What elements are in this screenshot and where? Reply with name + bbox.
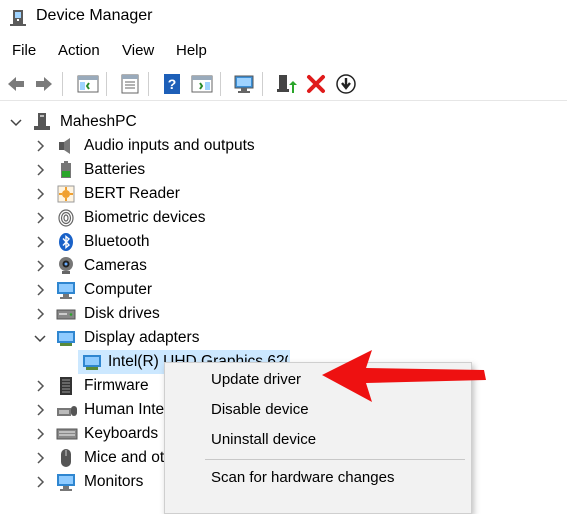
monitor-icon	[56, 472, 76, 492]
tree-category-audio[interactable]: Audio inputs and outputs	[0, 134, 567, 158]
category-label: Batteries	[84, 161, 146, 178]
toolbar-separator	[262, 72, 263, 96]
show-hide-console-tree-icon[interactable]	[76, 72, 100, 96]
chevron-right-icon[interactable]	[32, 378, 48, 394]
help-icon[interactable]: ?	[160, 72, 184, 96]
toolbar-separator	[106, 72, 107, 96]
context-uninstall-device[interactable]: Uninstall device	[211, 431, 316, 448]
category-label: Mice and ot	[84, 449, 165, 466]
category-label: Display adapters	[84, 329, 200, 346]
chevron-down-icon[interactable]	[32, 330, 48, 346]
chevron-right-icon[interactable]	[32, 426, 48, 442]
menu-help[interactable]: Help	[176, 42, 207, 59]
speaker-icon	[56, 136, 76, 156]
action-pane-icon[interactable]	[190, 72, 214, 96]
menu-bar: File Action View Help	[0, 40, 567, 64]
category-label: Computer	[84, 281, 153, 298]
title-bar: Device Manager	[0, 0, 567, 36]
context-disable-device[interactable]: Disable device	[211, 401, 309, 418]
device-manager-icon	[8, 8, 28, 33]
forward-arrow-icon[interactable]	[32, 72, 56, 96]
category-label: Human Inte	[84, 401, 165, 418]
camera-icon	[56, 256, 76, 276]
tree-category-display-adapters[interactable]: Display adapters	[0, 326, 567, 350]
chevron-right-icon[interactable]	[32, 402, 48, 418]
uninstall-x-icon[interactable]	[304, 72, 328, 96]
category-label: Cameras	[84, 257, 147, 274]
chevron-right-icon[interactable]	[32, 162, 48, 178]
category-label: Audio inputs and outputs	[84, 137, 255, 154]
context-separator	[205, 459, 465, 460]
firmware-icon	[56, 376, 76, 396]
battery-icon	[56, 160, 76, 180]
context-menu: Update driver Disable device Uninstall d…	[164, 362, 472, 514]
menu-file[interactable]: File	[12, 42, 36, 59]
chevron-right-icon[interactable]	[32, 138, 48, 154]
category-label: BERT Reader	[84, 185, 180, 202]
toolbar-separator	[148, 72, 149, 96]
tree-root[interactable]: MaheshPC	[0, 110, 567, 134]
chevron-right-icon[interactable]	[32, 450, 48, 466]
chevron-right-icon[interactable]	[32, 282, 48, 298]
fingerprint-icon	[56, 208, 76, 228]
keyboard-icon	[56, 424, 78, 444]
svg-text:?: ?	[168, 76, 177, 92]
tree-category-biometric[interactable]: Biometric devices	[0, 206, 567, 230]
chevron-down-icon[interactable]	[8, 114, 24, 130]
chevron-right-icon[interactable]	[32, 474, 48, 490]
toolbar-separator	[62, 72, 63, 96]
display-adapter-icon	[56, 328, 76, 348]
menu-action[interactable]: Action	[58, 42, 100, 59]
graphics-card-icon	[82, 352, 102, 372]
chevron-right-icon[interactable]	[32, 234, 48, 250]
toolbar-separator	[220, 72, 221, 96]
pc-icon	[32, 112, 52, 132]
back-arrow-icon[interactable]	[4, 72, 28, 96]
mouse-icon	[56, 448, 76, 468]
tree-category-bert-reader[interactable]: BERT Reader	[0, 182, 567, 206]
chevron-right-icon[interactable]	[32, 258, 48, 274]
tree-category-batteries[interactable]: Batteries	[0, 158, 567, 182]
chevron-right-icon[interactable]	[32, 306, 48, 322]
tree-category-disk-drives[interactable]: Disk drives	[0, 302, 567, 326]
bluetooth-icon	[56, 232, 76, 252]
computer-icon	[56, 280, 76, 300]
disable-down-arrow-icon[interactable]	[334, 72, 358, 96]
category-label: Bluetooth	[84, 233, 150, 250]
tree-category-computer[interactable]: Computer	[0, 278, 567, 302]
tree-category-bluetooth[interactable]: Bluetooth	[0, 230, 567, 254]
category-label: Disk drives	[84, 305, 160, 322]
menu-view[interactable]: View	[122, 42, 154, 59]
context-update-driver[interactable]: Update driver	[211, 371, 301, 388]
computer-name: MaheshPC	[60, 113, 137, 130]
window-title: Device Manager	[36, 7, 153, 24]
category-label: Firmware	[84, 377, 149, 394]
properties-icon[interactable]	[118, 72, 142, 96]
category-label: Keyboards	[84, 425, 159, 442]
bert-reader-icon	[56, 184, 76, 204]
category-label: Monitors	[84, 473, 144, 490]
human-interface-icon	[56, 400, 77, 420]
context-scan-hardware[interactable]: Scan for hardware changes	[211, 469, 394, 486]
toolbar: ?	[0, 68, 567, 101]
category-label: Biometric devices	[84, 209, 206, 226]
disk-drive-icon	[56, 304, 76, 324]
chevron-right-icon[interactable]	[32, 186, 48, 202]
update-driver-icon[interactable]	[274, 72, 298, 96]
tree-category-cameras[interactable]: Cameras	[0, 254, 567, 278]
chevron-right-icon[interactable]	[32, 210, 48, 226]
scan-hardware-monitor-icon[interactable]	[232, 72, 256, 96]
